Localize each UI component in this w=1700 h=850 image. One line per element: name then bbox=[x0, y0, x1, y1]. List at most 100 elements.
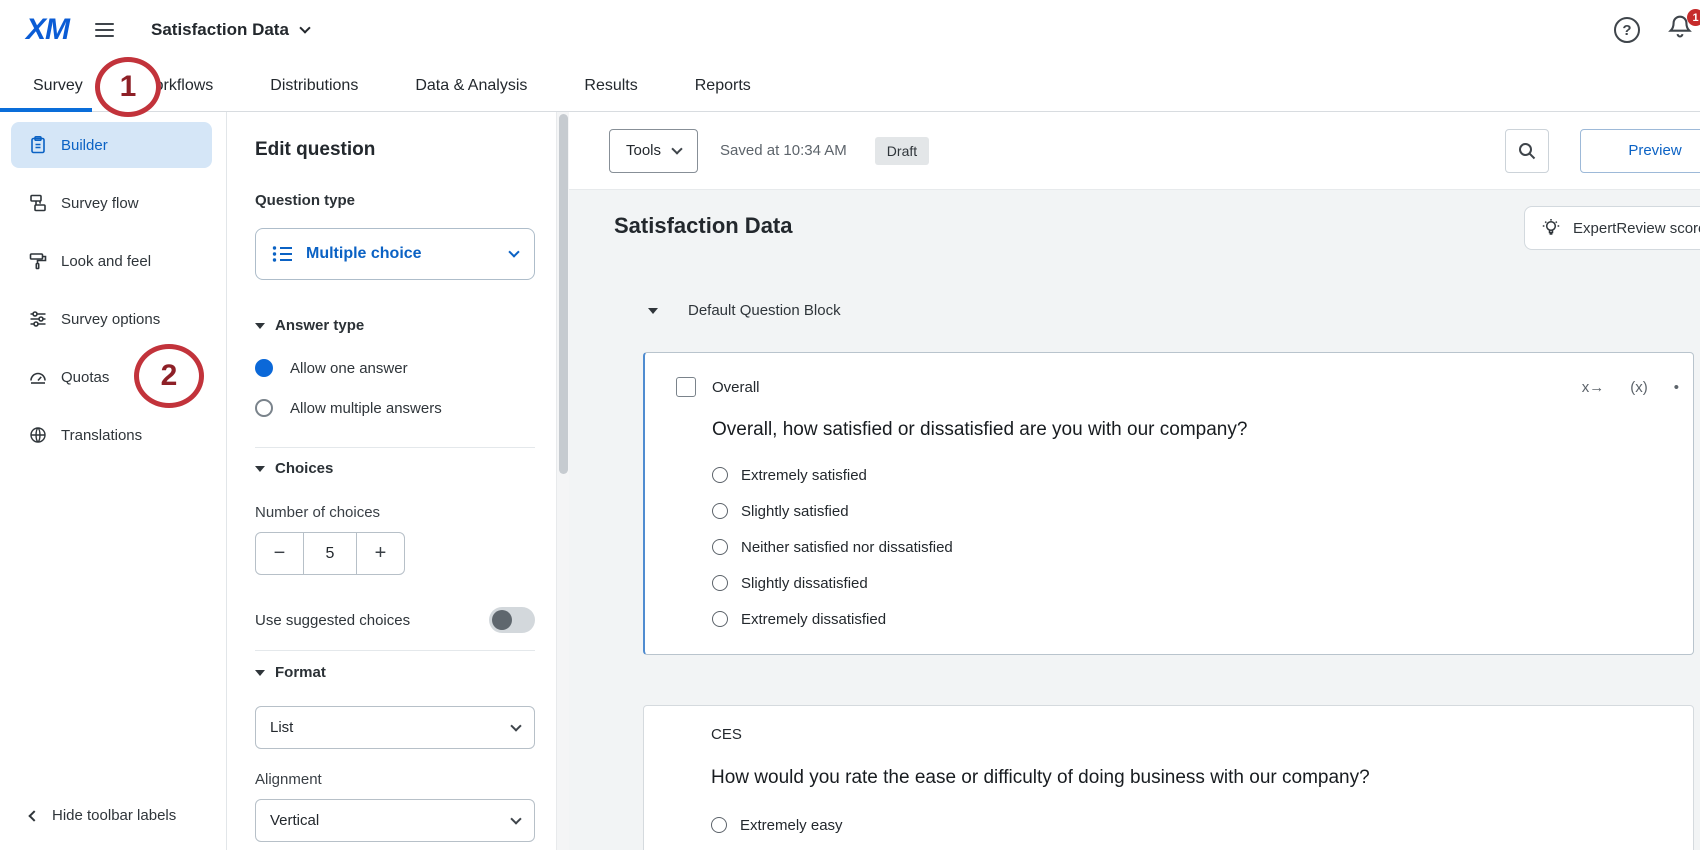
hamburger-menu-icon[interactable] bbox=[95, 17, 121, 43]
sidebar-item-builder[interactable]: Builder bbox=[11, 122, 212, 168]
answer-option[interactable]: Slightly satisfied bbox=[712, 493, 1693, 529]
sidebar-item-translations[interactable]: Translations bbox=[11, 412, 212, 458]
expert-review-button[interactable]: ExpertReview score bbox=[1524, 206, 1700, 250]
tab-distributions[interactable]: Distributions bbox=[270, 77, 358, 95]
panel-scrollbar-thumb[interactable] bbox=[559, 114, 568, 474]
question-code[interactable]: Overall bbox=[712, 379, 760, 396]
chevron-down-icon bbox=[510, 813, 521, 824]
answer-option[interactable]: Extremely easy bbox=[711, 807, 1693, 843]
answer-options: Extremely easy bbox=[711, 807, 1693, 843]
sidebar-item-survey-options[interactable]: Survey options bbox=[11, 296, 212, 342]
tab-reports[interactable]: Reports bbox=[695, 77, 751, 95]
radio-icon bbox=[712, 467, 728, 483]
notifications-button[interactable]: 1 bbox=[1666, 12, 1700, 50]
use-suggested-choices-toggle[interactable] bbox=[489, 607, 535, 633]
paint-roller-icon bbox=[28, 251, 48, 271]
radio-icon bbox=[711, 817, 727, 833]
tab-data-analysis[interactable]: Data & Analysis bbox=[415, 77, 527, 95]
radio-icon bbox=[712, 611, 728, 627]
expert-review-label: ExpertReview score bbox=[1573, 220, 1700, 237]
collapse-triangle-icon bbox=[255, 670, 265, 676]
question-header: CES bbox=[644, 706, 1693, 743]
tab-bar: Survey Workflows Distributions Data & An… bbox=[0, 60, 1700, 112]
lightbulb-icon bbox=[1541, 218, 1561, 238]
sidebar: Builder Survey flow Look and feel Survey… bbox=[0, 112, 227, 850]
answer-option[interactable]: Extremely dissatisfied bbox=[712, 601, 1693, 637]
answer-option[interactable]: Extremely satisfied bbox=[712, 457, 1693, 493]
project-title-menu[interactable]: Satisfaction Data bbox=[151, 20, 309, 40]
answer-option[interactable]: Neither satisfied nor dissatisfied bbox=[712, 529, 1693, 565]
tools-label: Tools bbox=[626, 142, 661, 159]
use-suggested-choices-row: Use suggested choices bbox=[255, 607, 535, 633]
panel-title: Edit question bbox=[255, 139, 375, 161]
annotation-step-2: 2 bbox=[134, 344, 204, 408]
answer-option-label: Neither satisfied nor dissatisfied bbox=[741, 539, 953, 556]
allow-one-answer-radio[interactable]: Allow one answer bbox=[255, 359, 408, 377]
sidebar-item-label: Translations bbox=[61, 427, 142, 444]
hide-toolbar-labels-button[interactable]: Hide toolbar labels bbox=[30, 807, 176, 824]
flow-icon bbox=[28, 193, 48, 213]
radio-unselected-icon bbox=[255, 399, 273, 417]
alignment-label: Alignment bbox=[255, 771, 322, 788]
block-collapse-triangle-icon[interactable] bbox=[648, 308, 658, 314]
alignment-dropdown[interactable]: Vertical bbox=[255, 799, 535, 842]
format-section-header[interactable]: Format bbox=[255, 664, 326, 681]
question-type-dropdown[interactable]: Multiple choice bbox=[255, 228, 535, 280]
radio-icon bbox=[712, 539, 728, 555]
answer-type-section-header[interactable]: Answer type bbox=[255, 317, 364, 334]
answer-option-label: Extremely easy bbox=[740, 817, 843, 834]
top-bar: XM Satisfaction Data ? 1 bbox=[0, 0, 1700, 60]
question-text[interactable]: How would you rate the ease or difficult… bbox=[711, 767, 1669, 789]
help-button[interactable]: ? bbox=[1610, 13, 1644, 47]
choices-label: Choices bbox=[275, 460, 333, 477]
sidebar-item-survey-flow[interactable]: Survey flow bbox=[11, 180, 212, 226]
tab-results[interactable]: Results bbox=[584, 77, 637, 95]
chevron-down-icon bbox=[671, 143, 682, 154]
translations-globe-icon bbox=[28, 425, 48, 445]
block-title[interactable]: Default Question Block bbox=[688, 302, 841, 319]
format-label: Format bbox=[275, 664, 326, 681]
collapse-triangle-icon bbox=[255, 323, 265, 329]
format-value: List bbox=[270, 719, 293, 736]
display-logic-icon[interactable]: (x) bbox=[1630, 379, 1648, 396]
answer-option[interactable]: Slightly dissatisfied bbox=[712, 565, 1693, 601]
project-title: Satisfaction Data bbox=[151, 20, 289, 40]
allow-multiple-answers-radio[interactable]: Allow multiple answers bbox=[255, 399, 442, 417]
chevron-down-icon bbox=[508, 246, 519, 257]
more-menu-icon[interactable]: • bbox=[1674, 379, 1679, 396]
preview-button[interactable]: Preview bbox=[1580, 129, 1700, 173]
number-of-choices-stepper: − 5 + bbox=[255, 532, 405, 575]
chevron-down-icon bbox=[299, 22, 310, 33]
question-card-ces[interactable]: CES How would you rate the ease or diffi… bbox=[643, 705, 1694, 850]
skip-logic-icon[interactable]: x→ bbox=[1582, 379, 1605, 396]
answer-type-label: Answer type bbox=[275, 317, 364, 334]
question-checkbox[interactable] bbox=[676, 377, 696, 397]
tab-survey[interactable]: Survey bbox=[33, 77, 83, 95]
settings-sliders-icon bbox=[28, 309, 48, 329]
qualtrics-survey-editor: XM Satisfaction Data ? 1 Survey Workflow… bbox=[0, 0, 1700, 850]
draft-status-badge: Draft bbox=[875, 137, 929, 165]
answer-option-label: Extremely satisfied bbox=[741, 467, 867, 484]
search-button[interactable] bbox=[1505, 129, 1549, 173]
choices-section-header[interactable]: Choices bbox=[255, 460, 333, 477]
clipboard-icon bbox=[28, 135, 48, 155]
chevron-left-icon bbox=[28, 810, 39, 821]
xm-logo[interactable]: XM bbox=[26, 13, 69, 47]
question-text[interactable]: Overall, how satisfied or dissatisfied a… bbox=[712, 419, 1669, 441]
question-code[interactable]: CES bbox=[711, 726, 742, 743]
choices-count-value[interactable]: 5 bbox=[303, 533, 357, 574]
section-divider bbox=[255, 447, 535, 448]
sidebar-item-look-and-feel[interactable]: Look and feel bbox=[11, 238, 212, 284]
help-icon: ? bbox=[1614, 17, 1640, 43]
notification-badge: 1 bbox=[1687, 9, 1700, 26]
decrement-button[interactable]: − bbox=[256, 533, 303, 574]
tools-button[interactable]: Tools bbox=[609, 129, 698, 173]
format-dropdown[interactable]: List bbox=[255, 706, 535, 749]
preview-label: Preview bbox=[1628, 142, 1681, 159]
answer-option-label: Slightly dissatisfied bbox=[741, 575, 868, 592]
radio-icon bbox=[712, 575, 728, 591]
question-card-overall[interactable]: Overall x→ (x) • Overall, how satisfied … bbox=[643, 352, 1694, 655]
annotation-step-1: 1 bbox=[95, 57, 161, 117]
increment-button[interactable]: + bbox=[357, 533, 404, 574]
hide-toolbar-labels-text: Hide toolbar labels bbox=[52, 807, 176, 824]
